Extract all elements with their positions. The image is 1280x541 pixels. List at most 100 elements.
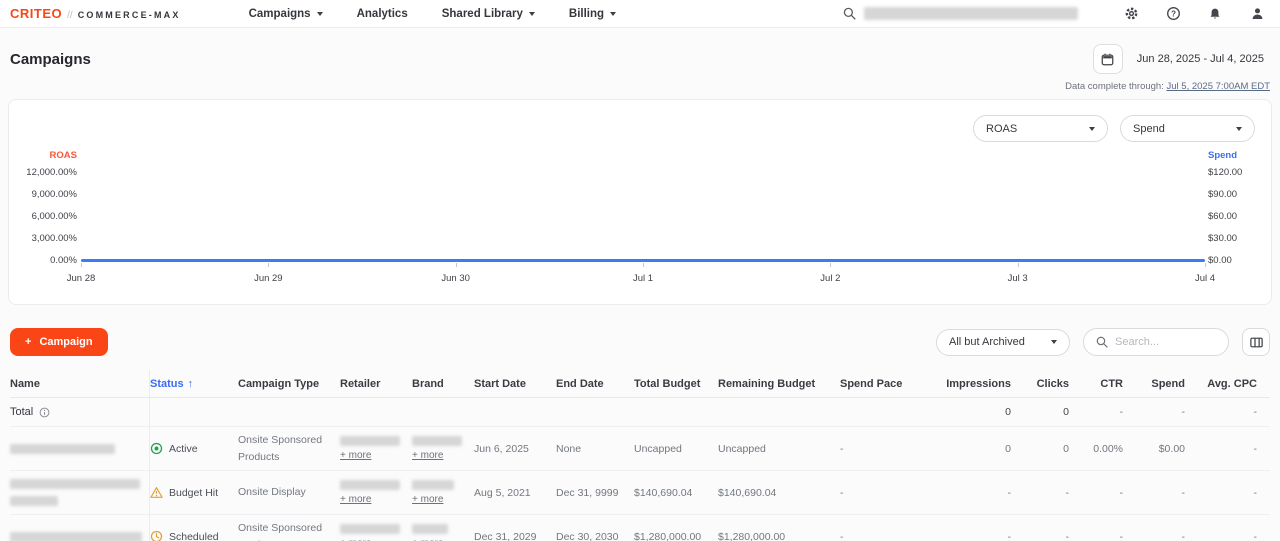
total-value-cell: 0	[928, 398, 1023, 426]
column-header-spend-pace[interactable]: Spend Pace	[840, 370, 928, 397]
redacted-text-bar	[412, 524, 448, 534]
x-axis-tick	[830, 263, 831, 267]
campaign-type-cell: Onsite Sponsored Products	[238, 515, 340, 541]
nav-item-label: Analytics	[357, 8, 408, 20]
column-header-label: Campaign Type	[238, 378, 319, 390]
data-complete-link[interactable]: Jul 5, 2025 7:00AM EDT	[1167, 81, 1271, 92]
campaign-type-cell: Onsite Sponsored Products	[238, 427, 340, 470]
spend-pace-cell: -	[840, 427, 928, 470]
avg-cpc-cell: -	[1197, 427, 1269, 470]
redacted-name	[10, 532, 142, 541]
date-range-label: Jun 28, 2025 - Jul 4, 2025	[1137, 53, 1264, 65]
column-settings-button[interactable]	[1242, 328, 1270, 356]
column-header-status[interactable]: Status↑	[150, 370, 238, 397]
column-header-remaining-budget[interactable]: Remaining Budget	[718, 370, 840, 397]
status-filter-select[interactable]: All but Archived	[936, 329, 1070, 356]
add-campaign-label: Campaign	[39, 336, 92, 348]
end-date-cell: Dec 30, 2030	[556, 515, 634, 541]
column-header-total-budget[interactable]: Total Budget	[634, 370, 718, 397]
performance-chart-card: ROAS Spend ROAS 12,000.00%9,000.00%6,000…	[8, 99, 1272, 305]
brand-more-link[interactable]: + more	[412, 494, 443, 505]
column-header-name[interactable]: Name	[10, 370, 150, 397]
caret-down-icon	[529, 12, 535, 16]
column-header-clicks[interactable]: Clicks	[1023, 370, 1081, 397]
right-axis-tick: $90.00	[1208, 189, 1237, 201]
avg-cpc-cell: -	[1197, 515, 1269, 541]
redacted-text-bar	[340, 436, 400, 446]
x-axis-tick	[1018, 263, 1019, 267]
brand-cell: + more	[412, 515, 474, 541]
campaign-name-cell	[10, 515, 150, 541]
calendar-icon	[1100, 52, 1115, 67]
left-axis-tick: 6,000.00%	[32, 211, 77, 223]
column-header-avg-cpc[interactable]: Avg. CPC	[1197, 370, 1269, 397]
column-header-label: Spend Pace	[840, 378, 902, 390]
column-header-ctr[interactable]: CTR	[1081, 370, 1135, 397]
nav-item-analytics[interactable]: Analytics	[357, 8, 408, 20]
commerce-max-wordmark: COMMERCE-MAX	[78, 10, 181, 20]
retailer-more-link[interactable]: + more	[340, 450, 371, 461]
column-header-start-date[interactable]: Start Date	[474, 370, 556, 397]
column-header-impressions[interactable]: Impressions	[928, 370, 1023, 397]
top-nav: CRITEO // COMMERCE-MAX Campaigns Analytic…	[0, 0, 1280, 28]
table-search-input[interactable]	[1115, 336, 1215, 348]
redacted-brand: + more	[412, 436, 462, 461]
nav-item-shared-library[interactable]: Shared Library	[442, 8, 535, 20]
retailer-cell: + more	[340, 427, 412, 470]
end-date-cell: None	[556, 427, 634, 470]
campaign-row[interactable]: ActiveOnsite Sponsored Products+ more+ m…	[10, 427, 1270, 471]
table-search	[1083, 328, 1229, 356]
total-value-cell: 0	[1023, 398, 1081, 426]
status-active-icon	[150, 442, 163, 455]
redacted-text-bar	[412, 480, 454, 490]
primary-nav: Campaigns Analytics Shared Library Billing	[249, 8, 616, 20]
avg-cpc-cell: -	[1197, 471, 1269, 514]
x-axis-label: Jul 3	[1008, 273, 1028, 284]
total-value-cell	[718, 398, 840, 426]
settings-button[interactable]	[1120, 3, 1142, 25]
account-button[interactable]	[1246, 3, 1268, 25]
start-date-cell: Jun 6, 2025	[474, 427, 556, 470]
add-campaign-button[interactable]: + Campaign	[10, 328, 108, 356]
column-header-spend[interactable]: Spend	[1135, 370, 1197, 397]
nav-item-label: Billing	[569, 8, 604, 20]
left-axis-tick: 3,000.00%	[32, 233, 77, 245]
column-header-label: Start Date	[474, 378, 526, 390]
column-header-end-date[interactable]: End Date	[556, 370, 634, 397]
left-axis-title: ROAS	[50, 150, 77, 161]
redacted-retailer: + more	[340, 480, 400, 505]
help-button[interactable]: ?	[1162, 3, 1184, 25]
global-search-input[interactable]	[843, 7, 1078, 20]
table-toolbar: + Campaign All but Archived	[10, 328, 1270, 356]
nav-item-campaigns[interactable]: Campaigns	[249, 8, 323, 20]
app-root: CRITEO // COMMERCE-MAX Campaigns Analytic…	[0, 0, 1280, 541]
total-value-cell: -	[1197, 398, 1269, 426]
retailer-cell: + more	[340, 471, 412, 514]
brand-more-link[interactable]: + more	[412, 450, 443, 461]
redacted-search-text	[864, 7, 1078, 20]
column-header-brand[interactable]: Brand	[412, 370, 474, 397]
total-value-cell	[634, 398, 718, 426]
notifications-button[interactable]	[1204, 3, 1226, 25]
column-header-retailer[interactable]: Retailer	[340, 370, 412, 397]
column-header-campaign-type[interactable]: Campaign Type	[238, 370, 340, 397]
nav-item-billing[interactable]: Billing	[569, 8, 616, 20]
right-axis-tick: $30.00	[1208, 233, 1237, 245]
x-axis-label: Jul 1	[633, 273, 653, 284]
plus-icon: +	[25, 336, 31, 348]
ctr-cell: -	[1081, 515, 1135, 541]
column-header-label: Name	[10, 378, 40, 390]
campaign-row[interactable]: ScheduledOnsite Sponsored Products+ more…	[10, 515, 1270, 541]
campaign-row[interactable]: Budget HitOnsite Display+ more+ moreAug …	[10, 471, 1270, 515]
status-label: Budget Hit	[169, 487, 218, 499]
total-value-cell	[840, 398, 928, 426]
caret-down-icon	[1051, 340, 1057, 344]
total-value-cell	[556, 398, 634, 426]
retailer-more-link[interactable]: + more	[340, 494, 371, 505]
brand-logo[interactable]: CRITEO // COMMERCE-MAX	[10, 6, 181, 21]
total-budget-cell: Uncapped	[634, 427, 718, 470]
calendar-button[interactable]	[1093, 44, 1123, 74]
right-axis-tick: $60.00	[1208, 211, 1237, 223]
clicks-cell: -	[1023, 471, 1081, 514]
info-icon	[39, 407, 50, 418]
